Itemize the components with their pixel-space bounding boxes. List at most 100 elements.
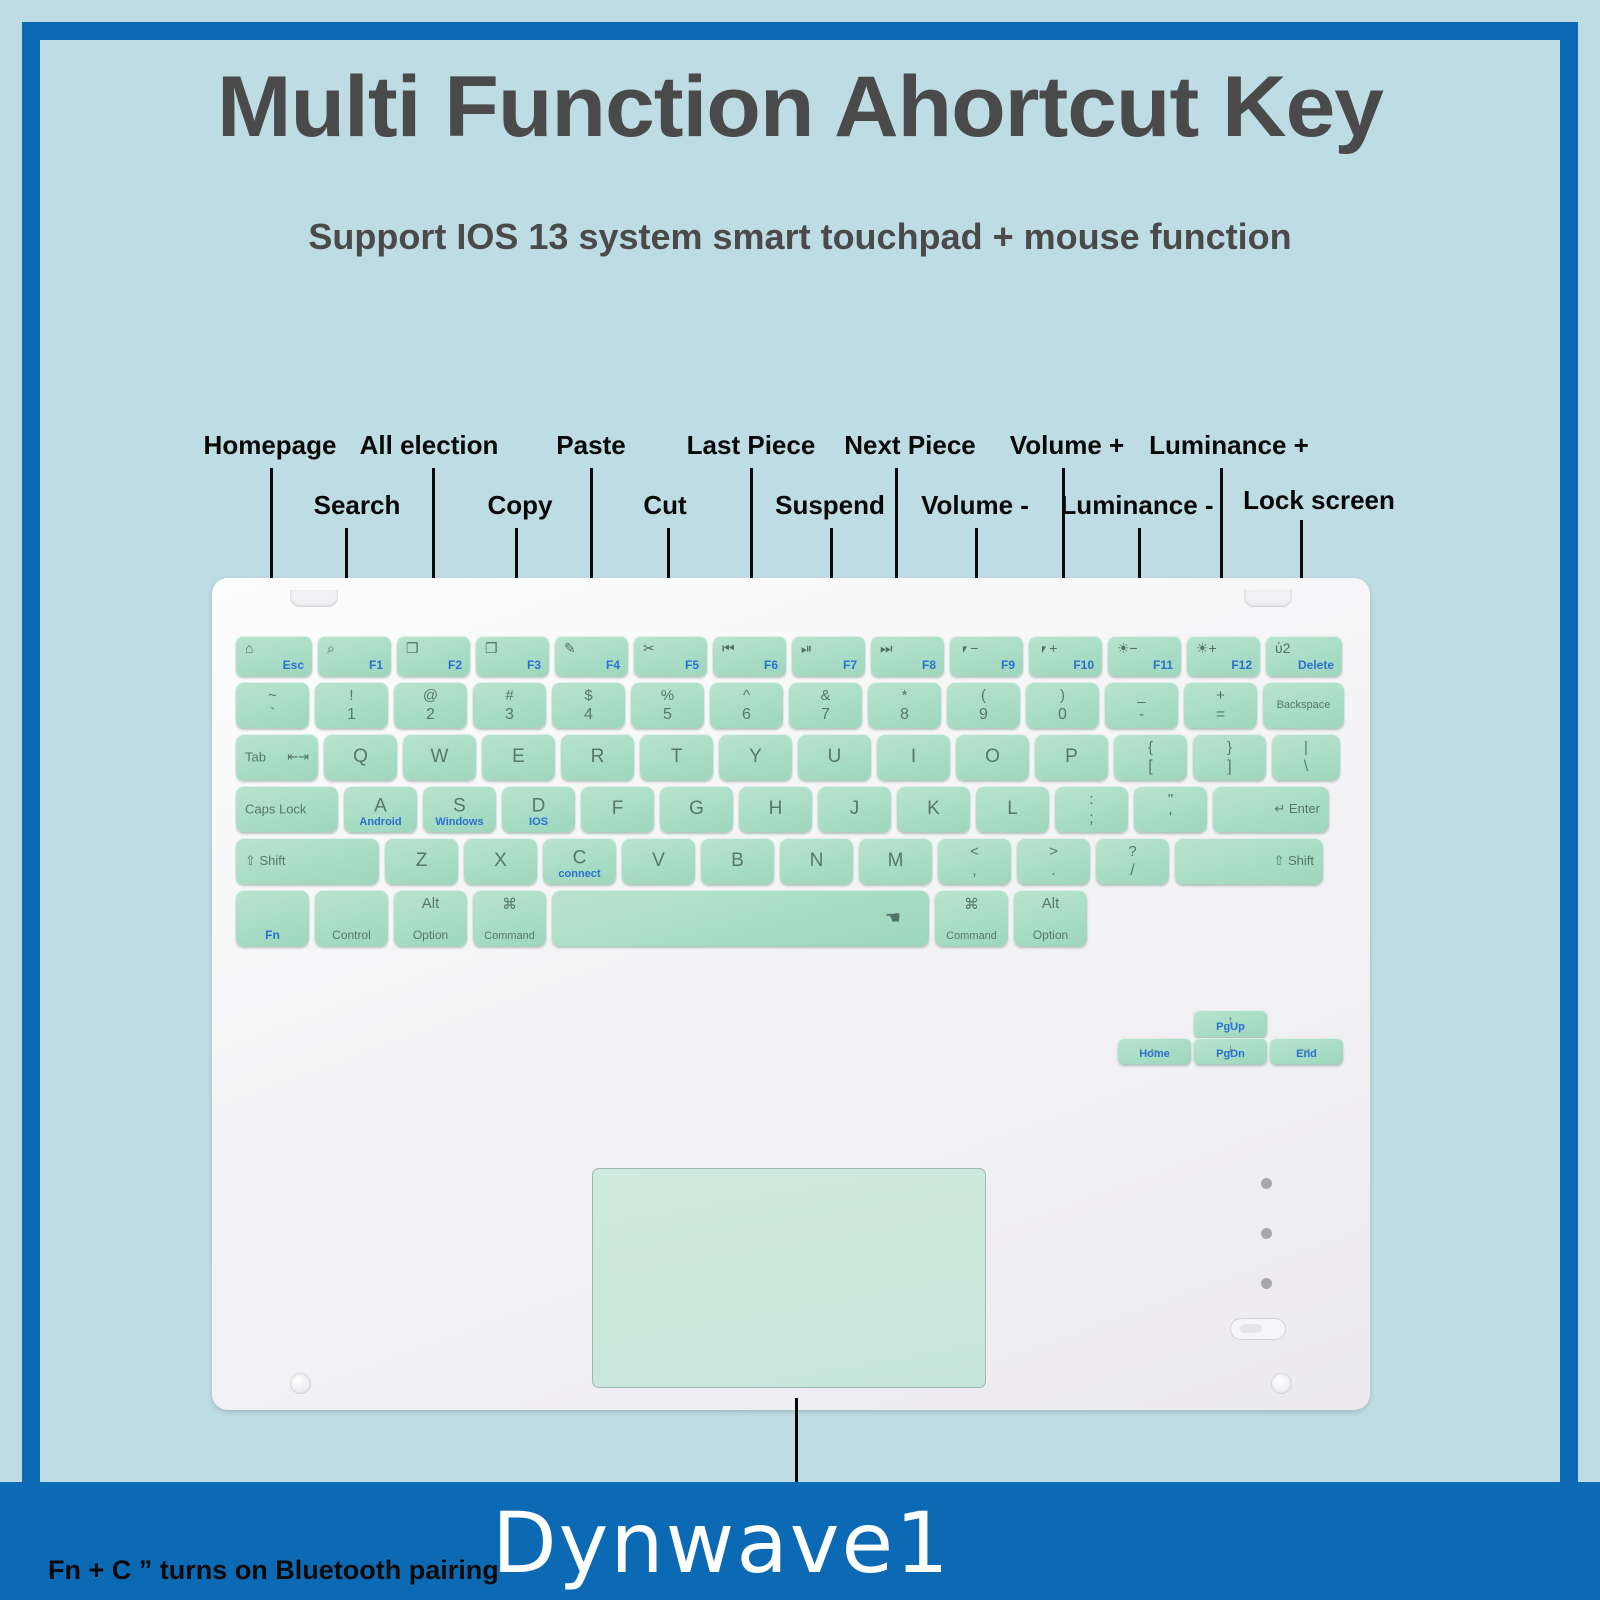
key-f12[interactable]: ☀+ F12 — [1187, 636, 1260, 676]
key-l[interactable]: L — [976, 786, 1049, 832]
key-shift-left[interactable]: ⇧ Shift — [236, 838, 379, 884]
key-fn[interactable]: Fn — [236, 890, 309, 946]
key-legend: D — [531, 795, 546, 817]
key-c[interactable]: Cconnect — [543, 838, 616, 884]
key-w[interactable]: W — [403, 734, 476, 780]
key-semicolon[interactable]: :; — [1055, 786, 1128, 832]
key-f3[interactable]: ❐ F3 — [476, 636, 549, 676]
key-pgup[interactable]: ↑ PgUp — [1194, 1010, 1267, 1037]
key-legend: . — [1051, 862, 1056, 879]
key-f9[interactable]: ⎖− F9 — [950, 636, 1023, 676]
key-legend: Home — [1139, 1048, 1170, 1060]
key-command-left[interactable]: ⌘ Command — [473, 890, 546, 946]
key-enter[interactable]: ↵ Enter — [1213, 786, 1329, 832]
key-b[interactable]: B — [701, 838, 774, 884]
key-f[interactable]: F — [581, 786, 654, 832]
key-legend: ↵ Enter — [1274, 801, 1320, 816]
key-g[interactable]: G — [660, 786, 733, 832]
key-f2[interactable]: ❐ F2 — [397, 636, 470, 676]
key-a[interactable]: A Android — [344, 786, 417, 832]
key-j[interactable]: J — [818, 786, 891, 832]
qwerty-key-row: Tab ⇤⇥ Q W E R T Y U I O P {[}] | \ — [236, 734, 1346, 780]
key-i[interactable]: I — [877, 734, 950, 780]
key-option-right[interactable]: Alt Option — [1014, 890, 1087, 946]
key-option-left[interactable]: Alt Option — [394, 890, 467, 946]
key-legend: J — [849, 798, 860, 819]
key-pgdn[interactable]: ↓ PgDn — [1194, 1038, 1267, 1064]
key-legend: 7 — [821, 706, 830, 723]
key-d[interactable]: D IOS — [502, 786, 575, 832]
key-u[interactable]: U — [798, 734, 871, 780]
key-y[interactable]: Y — [719, 734, 792, 780]
key-h[interactable]: H — [739, 786, 812, 832]
key-5[interactable]: % 5 — [631, 682, 704, 728]
key-q[interactable]: Q — [324, 734, 397, 780]
key-comma[interactable]: <, — [938, 838, 1011, 884]
key-3[interactable]: #3 — [473, 682, 546, 728]
key-p[interactable]: P — [1035, 734, 1108, 780]
key-t[interactable]: T — [640, 734, 713, 780]
key-f7[interactable]: ⏯ F7 — [792, 636, 865, 676]
key-f5[interactable]: ✂ F5 — [634, 636, 707, 676]
key-6[interactable]: ^ 6 — [710, 682, 783, 728]
key-m[interactable]: M — [859, 838, 932, 884]
key-quote[interactable]: " ' — [1134, 786, 1207, 832]
key-f8[interactable]: ⏭ F8 — [871, 636, 944, 676]
key-esc[interactable]: ⌂ Esc — [236, 636, 312, 676]
key-n[interactable]: N — [780, 838, 853, 884]
key-8[interactable]: * 8 — [868, 682, 941, 728]
key-f11[interactable]: ☀− F11 — [1108, 636, 1181, 676]
key-f4[interactable]: ✎ F4 — [555, 636, 628, 676]
key-tab[interactable]: Tab ⇤⇥ — [236, 734, 318, 780]
key-f6[interactable]: ⏮ F6 — [713, 636, 786, 676]
key-legend: P — [1065, 746, 1078, 767]
key-space[interactable]: ☚ — [552, 890, 929, 946]
touchpad[interactable] — [592, 1168, 986, 1388]
key-legend: 3 — [505, 706, 514, 723]
key-matrix: ⌂ Esc ⌕ F1 ❐ F2 ❐ F3 ✎ F4 ✂ F5 ⏮ F6 ⏯ F7 ⏭ F8 ⎖− F9 ⎖+ F10 ☀− F… — [236, 636, 1346, 1064]
key-bracket-left[interactable]: {[ — [1114, 734, 1187, 780]
key-bracket-right[interactable]: }] — [1193, 734, 1266, 780]
key-0[interactable]: ) 0 — [1026, 682, 1099, 728]
key-key[interactable]: _ - — [1105, 682, 1178, 728]
key-os-legend: Windows — [435, 816, 484, 828]
callout-label-all-election: All election — [359, 430, 499, 460]
key-o[interactable]: O — [956, 734, 1029, 780]
key-command-right[interactable]: ⌘ Command — [935, 890, 1008, 946]
key-z[interactable]: Z — [385, 838, 458, 884]
key-r[interactable]: R — [561, 734, 634, 780]
key-f10[interactable]: ⎖+ F10 — [1029, 636, 1102, 676]
key-f1[interactable]: ⌕ F1 — [318, 636, 391, 676]
key-e[interactable]: E — [482, 734, 555, 780]
key-backslash[interactable]: | \ — [1272, 734, 1340, 780]
power-switch[interactable] — [1230, 1318, 1286, 1340]
key-slash[interactable]: ? / — [1096, 838, 1169, 884]
key-2[interactable]: @2 — [394, 682, 467, 728]
key-shift-legend: { — [1147, 739, 1154, 756]
key-delete[interactable]: ὑ2 Delete — [1266, 636, 1342, 676]
key-shift-legend: > — [1049, 843, 1058, 860]
key-legend: 6 — [742, 706, 751, 723]
key-caps-lock[interactable]: Caps Lock — [236, 786, 338, 832]
key-backtick[interactable]: ~ ` — [236, 682, 309, 728]
key-s[interactable]: S Windows — [423, 786, 496, 832]
key-shift-legend: ~ — [268, 687, 277, 704]
key-shift-right[interactable]: ⇧ Shift — [1175, 838, 1323, 884]
key-legend: Command — [946, 930, 997, 942]
key-k[interactable]: K — [897, 786, 970, 832]
key-control[interactable]: Control — [315, 890, 388, 946]
key-backspace[interactable]: Backspace — [1263, 682, 1344, 728]
key-7[interactable]: & 7 — [789, 682, 862, 728]
key-period[interactable]: >. — [1017, 838, 1090, 884]
key-end[interactable]: → End — [1270, 1038, 1343, 1064]
key-x[interactable]: X — [464, 838, 537, 884]
key-v[interactable]: V — [622, 838, 695, 884]
key-1[interactable]: ! 1 — [315, 682, 388, 728]
key-key[interactable]: + = — [1184, 682, 1257, 728]
key-legend: M — [887, 850, 904, 871]
key-4[interactable]: $4 — [552, 682, 625, 728]
callout-label-suspend: Suspend — [775, 490, 885, 520]
key-home[interactable]: ← Home — [1118, 1038, 1191, 1064]
key-legend: ⇧ Shift — [1273, 853, 1314, 868]
key-9[interactable]: (9 — [947, 682, 1020, 728]
